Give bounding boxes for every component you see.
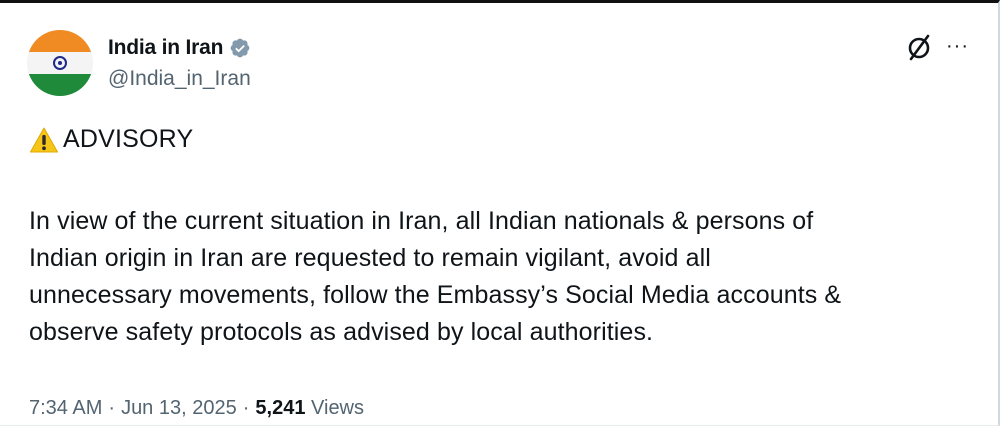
avatar-saffron-band <box>27 30 93 52</box>
advisory-title: ADVISORY <box>63 125 194 153</box>
views[interactable]: 5,241 Views <box>255 397 364 420</box>
account-handle[interactable]: @India_in_Iran <box>108 67 251 91</box>
warning-icon <box>30 127 58 152</box>
avatar[interactable] <box>27 30 93 96</box>
grok-icon[interactable] <box>904 32 934 62</box>
post-body: In view of the current situation in Iran… <box>29 207 842 346</box>
post-date[interactable]: Jun 13, 2025 <box>121 397 237 420</box>
avatar-white-band <box>27 52 93 74</box>
ashoka-chakra-icon <box>53 56 67 70</box>
author-row: India in Iran <box>108 34 251 62</box>
post-time[interactable]: 7:34 AM <box>29 397 102 420</box>
avatar-green-band <box>27 74 93 96</box>
views-label: Views <box>311 397 365 419</box>
advisory-heading: ADVISORY <box>29 125 193 154</box>
views-count: 5,241 <box>255 397 306 419</box>
post-card[interactable]: India in Iran @India_in_Iran ··· ADVISOR… <box>0 0 1000 426</box>
display-name[interactable]: India in Iran <box>108 36 223 60</box>
more-options-button[interactable]: ··· <box>946 36 969 56</box>
verified-badge-icon[interactable] <box>229 37 251 59</box>
meta-separator: · <box>108 397 116 419</box>
post-meta: 7:34 AM · Jun 13, 2025 · 5,241 Views <box>29 397 364 420</box>
meta-separator: · <box>242 397 250 419</box>
